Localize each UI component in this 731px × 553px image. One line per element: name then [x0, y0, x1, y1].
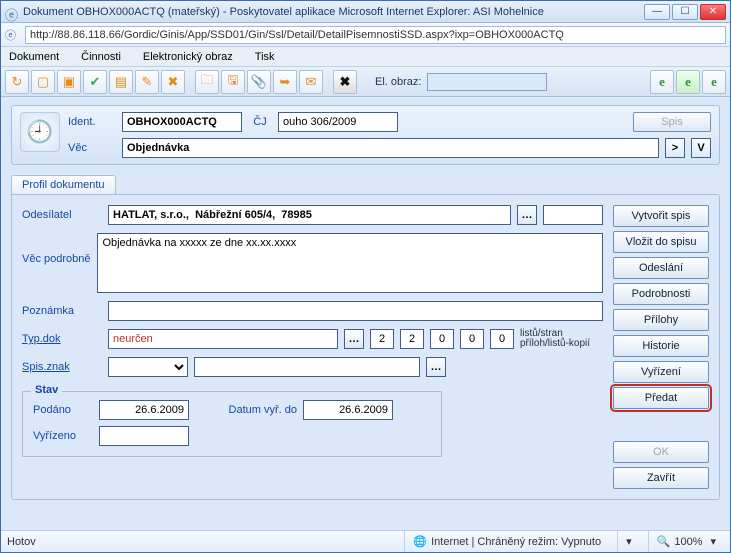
- tab-profil-dokumentu[interactable]: Profil dokumentu: [11, 175, 116, 194]
- vec-label: Věc: [68, 142, 116, 154]
- attach-icon[interactable]: 📎: [247, 70, 271, 94]
- poznamka-label: Poznámka: [22, 305, 102, 317]
- typdok-field[interactable]: [108, 329, 338, 349]
- menu-dokument[interactable]: Dokument: [9, 51, 59, 63]
- num-listu2[interactable]: [460, 329, 484, 349]
- ie-icon: ⓔ: [5, 5, 19, 19]
- podano-field[interactable]: [99, 400, 189, 420]
- edit-icon[interactable]: ✎: [135, 70, 159, 94]
- vec-field[interactable]: [122, 138, 659, 158]
- menu-elobraz[interactable]: Elektronický obraz: [143, 51, 233, 63]
- status-zone: Internet | Chráněný režim: Vypnuto: [431, 536, 601, 548]
- odeslani-button[interactable]: Odeslání: [613, 257, 709, 279]
- e-button-1[interactable]: e: [650, 70, 674, 94]
- stav-legend: Stav: [31, 384, 62, 396]
- ok-button[interactable]: OK: [613, 441, 709, 463]
- historie-button[interactable]: Historie: [613, 335, 709, 357]
- open-icon[interactable]: ▣: [57, 70, 81, 94]
- vecpodrobne-label: Věc podrobně: [22, 233, 91, 265]
- ident-field[interactable]: [122, 112, 242, 132]
- delete-icon[interactable]: ✖: [161, 70, 185, 94]
- mail-icon[interactable]: ✉: [299, 70, 323, 94]
- podrobnosti-button[interactable]: Podrobnosti: [613, 283, 709, 305]
- datvyr-field[interactable]: [303, 400, 393, 420]
- status-zoom: 100%: [674, 536, 702, 548]
- close-button[interactable]: ✕: [700, 4, 726, 20]
- cj-field[interactable]: [278, 112, 398, 132]
- menu-tisk[interactable]: Tisk: [255, 51, 275, 63]
- refresh-icon[interactable]: ↻: [5, 70, 29, 94]
- odesilatel-extra-field[interactable]: [543, 205, 603, 225]
- e-button-3[interactable]: e: [702, 70, 726, 94]
- datvyr-label: Datum vyř. do: [207, 404, 297, 416]
- poznamka-field[interactable]: [108, 301, 603, 321]
- podano-label: Podáno: [33, 404, 93, 416]
- num-priloh[interactable]: [430, 329, 454, 349]
- folder-icon[interactable]: 🗀: [195, 70, 219, 94]
- status-hotovo: Hotov: [7, 536, 36, 548]
- num-kopii[interactable]: [490, 329, 514, 349]
- x-button[interactable]: ✖: [333, 70, 357, 94]
- spis-button[interactable]: Spis: [633, 112, 711, 132]
- prilohy-button[interactable]: Přílohy: [613, 309, 709, 331]
- vyrizeno-field[interactable]: [99, 426, 189, 446]
- num-stran[interactable]: [400, 329, 424, 349]
- vyrizeni-button[interactable]: Vyřízení: [613, 361, 709, 383]
- cj-label: ČJ: [248, 116, 272, 128]
- menu-bar: Dokument Činnosti Elektronický obraz Tis…: [1, 47, 730, 67]
- vec-v-button[interactable]: V: [691, 138, 711, 158]
- odesilatel-label: Odesílatel: [22, 209, 102, 221]
- status-sec[interactable]: ▾: [617, 531, 640, 552]
- save-icon[interactable]: 🖫: [221, 70, 245, 94]
- zavrit-button[interactable]: Zavřít: [613, 467, 709, 489]
- listu-label-2: příloh/listů-kopií: [520, 339, 590, 349]
- vecpodrobne-field[interactable]: [97, 233, 603, 293]
- spisznak-select[interactable]: [108, 357, 188, 377]
- vlozit-do-spisu-button[interactable]: Vložit do spisu: [613, 231, 709, 253]
- typdok-label[interactable]: Typ.dok: [22, 333, 102, 345]
- spisznak-label[interactable]: Spis.znak: [22, 361, 102, 373]
- forward-icon[interactable]: ➥: [273, 70, 297, 94]
- minimize-button[interactable]: —: [644, 4, 670, 20]
- menu-cinnosti[interactable]: Činnosti: [81, 51, 121, 63]
- stav-group: Stav Podáno Datum vyř. do Vyřízeno: [22, 391, 442, 457]
- window-title: Dokument OBHOX000ACTQ (mateřský) - Posky…: [23, 6, 644, 18]
- predat-button[interactable]: Předat: [613, 387, 709, 409]
- check-icon[interactable]: ✔: [83, 70, 107, 94]
- new-icon[interactable]: ▢: [31, 70, 55, 94]
- e-button-2[interactable]: e: [676, 70, 700, 94]
- maximize-button[interactable]: ☐: [672, 4, 698, 20]
- doc-icon[interactable]: ▤: [109, 70, 133, 94]
- odesilatel-pick-button[interactable]: …: [517, 205, 537, 225]
- vec-more-button[interactable]: >: [665, 138, 685, 158]
- page-icon: ⓔ: [5, 27, 21, 43]
- elobraz-label: El. obraz:: [375, 76, 421, 88]
- odesilatel-field[interactable]: [108, 205, 511, 225]
- document-icon: 🕘: [20, 112, 60, 152]
- vyrizeno-label: Vyřízeno: [33, 430, 93, 442]
- elobraz-field[interactable]: [427, 73, 547, 91]
- spisznak-field[interactable]: [194, 357, 420, 377]
- ident-label: Ident.: [68, 116, 116, 128]
- vytvorit-spis-button[interactable]: Vytvořit spis: [613, 205, 709, 227]
- spisznak-pick-button[interactable]: …: [426, 357, 446, 377]
- num-listu[interactable]: [370, 329, 394, 349]
- globe-icon: 🌐: [413, 535, 427, 548]
- zoom-icon: 🔍: [657, 535, 671, 548]
- address-input[interactable]: [25, 26, 726, 44]
- toolbar: ↻ ▢ ▣ ✔ ▤ ✎ ✖ 🗀 🖫 📎 ➥ ✉ ✖ El. obraz: e e…: [1, 67, 730, 97]
- typdok-pick-button[interactable]: …: [344, 329, 364, 349]
